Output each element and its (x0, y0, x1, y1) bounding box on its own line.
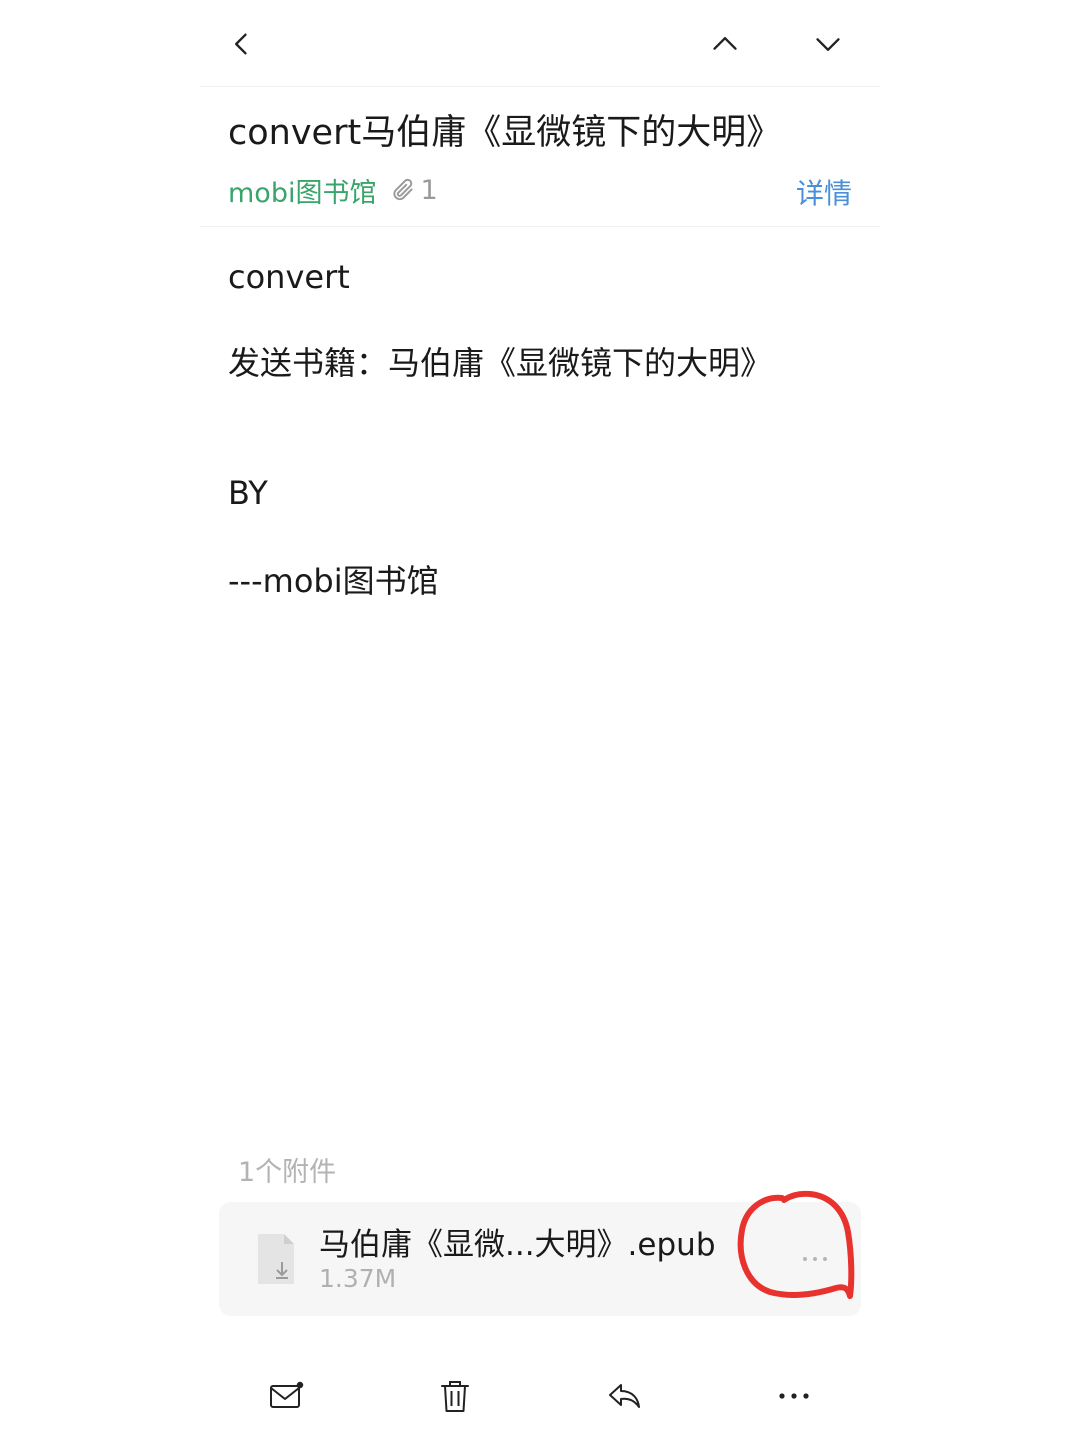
file-download-icon (258, 1234, 294, 1284)
reply-button[interactable] (601, 1372, 649, 1420)
sender-name[interactable]: mobi图书馆 (228, 171, 376, 210)
attachment-count: 1 (390, 174, 438, 206)
email-meta: mobi图书馆 1 (228, 170, 438, 210)
mark-unread-button[interactable] (262, 1372, 310, 1420)
more-horizontal-icon (779, 1393, 809, 1399)
header-divider (200, 226, 880, 227)
bottom-toolbar (200, 1362, 880, 1432)
trash-icon (441, 1381, 469, 1412)
mail-unread-icon (270, 1381, 304, 1408)
body-line: BY (228, 474, 268, 512)
chevron-down-icon (816, 38, 840, 51)
reply-icon (609, 1384, 640, 1408)
attachment-size: 1.37M (319, 1264, 397, 1293)
more-options-button[interactable] (770, 1372, 818, 1420)
body-line: convert (228, 258, 350, 296)
body-line: ---mobi图书馆 (228, 562, 439, 600)
previous-email-button[interactable] (703, 22, 747, 66)
chevron-up-icon (713, 37, 737, 50)
attachments-heading: 1个附件 (238, 1157, 337, 1188)
red-annotation-circle (737, 1190, 855, 1299)
paperclip-icon (393, 178, 414, 201)
body-line: 发送书籍：马伯庸《显微镜下的大明》 (228, 344, 773, 382)
delete-button[interactable] (431, 1372, 479, 1420)
top-navigation-bar (200, 0, 880, 87)
attachment-name: 马伯庸《显微...大明》.epub (319, 1227, 716, 1263)
details-link[interactable]: 详情 (796, 172, 852, 212)
email-subject: convert马伯庸《显微镜下的大明》 (228, 113, 782, 153)
next-email-button[interactable] (806, 22, 850, 66)
attachment-count-value: 1 (420, 174, 438, 206)
chevron-left-icon (235, 33, 247, 55)
back-button[interactable] (220, 22, 264, 66)
